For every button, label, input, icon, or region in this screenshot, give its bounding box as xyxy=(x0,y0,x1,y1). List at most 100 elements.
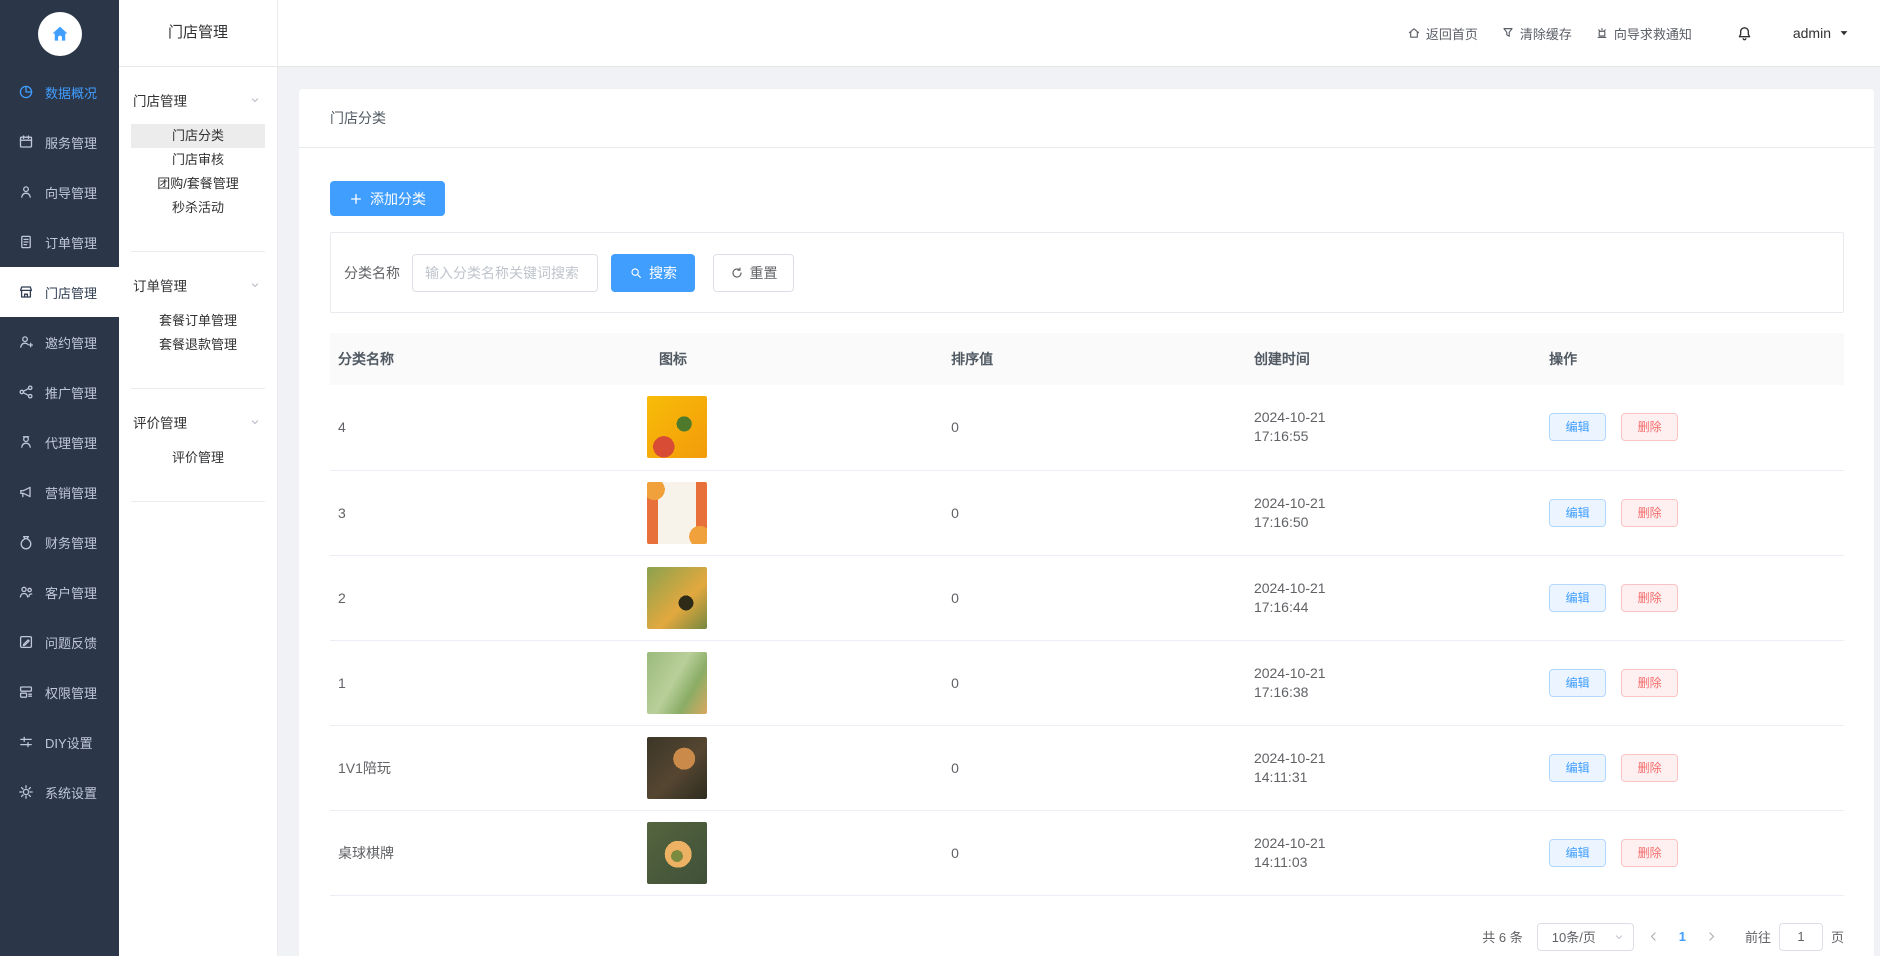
topbar-link-label: 清除缓存 xyxy=(1520,24,1572,43)
sidebar-item-财务管理[interactable]: 财务管理 xyxy=(0,517,119,567)
topbar-link-label: 向导求救通知 xyxy=(1614,24,1692,43)
sidebar-item-门店管理[interactable]: 门店管理 xyxy=(0,267,119,317)
primary-nav: 数据概况服务管理向导管理订单管理门店管理邀约管理推广管理代理管理营销管理财务管理… xyxy=(0,67,119,817)
orange-sale-poster-image xyxy=(647,482,707,544)
sort-value-cell: 0 xyxy=(943,810,1246,895)
next-page-button[interactable] xyxy=(1692,930,1731,943)
page-size-value: 10条/页 xyxy=(1552,927,1596,946)
sidebar-item-数据概况[interactable]: 数据概况 xyxy=(0,67,119,117)
sidebar-item-label: 向导管理 xyxy=(45,183,97,202)
pagination: 共 6 条 10条/页 1 前往 页 xyxy=(330,923,1844,951)
sidebar-item-label: 代理管理 xyxy=(45,433,97,452)
submenu-items: 套餐订单管理套餐退款管理 xyxy=(119,309,277,357)
sidebar-item-代理管理[interactable]: 代理管理 xyxy=(0,417,119,467)
edit-button[interactable]: 编辑 xyxy=(1549,499,1606,527)
topbar-link-向导求救通知[interactable]: 向导求救通知 xyxy=(1595,24,1692,43)
sidebar-item-权限管理[interactable]: 权限管理 xyxy=(0,667,119,717)
user-menu[interactable]: admin xyxy=(1793,25,1850,41)
caret-down-icon xyxy=(1838,27,1850,39)
sidebar-item-label: 门店管理 xyxy=(45,283,97,302)
clear-cache-icon xyxy=(1501,26,1515,40)
sidebar-item-问题反馈[interactable]: 问题反馈 xyxy=(0,617,119,667)
category-name-input[interactable] xyxy=(412,254,598,292)
table-row: 302024-10-2117:16:50编辑删除 xyxy=(330,470,1844,555)
sidebar-item-向导管理[interactable]: 向导管理 xyxy=(0,167,119,217)
edit-button[interactable]: 编辑 xyxy=(1549,839,1606,867)
house-icon xyxy=(49,23,71,45)
created-time: 17:16:38 xyxy=(1254,683,1541,702)
submenu-item-秒杀活动[interactable]: 秒杀活动 xyxy=(131,196,265,220)
sidebar-item-系统设置[interactable]: 系统设置 xyxy=(0,767,119,817)
chevron-down-icon xyxy=(249,416,261,428)
page-number-1[interactable]: 1 xyxy=(1673,929,1692,944)
add-category-button[interactable]: 添加分类 xyxy=(330,181,445,216)
prev-page-button[interactable] xyxy=(1634,930,1673,943)
user-name: admin xyxy=(1793,25,1831,41)
table-header-row: 分类名称图标排序值创建时间操作 xyxy=(330,333,1844,385)
edit-button[interactable]: 编辑 xyxy=(1549,669,1606,697)
sidebar-item-推广管理[interactable]: 推广管理 xyxy=(0,367,119,417)
column-header-排序值: 排序值 xyxy=(943,333,1246,385)
submenu-item-套餐退款管理[interactable]: 套餐退款管理 xyxy=(131,333,265,357)
edit-button[interactable]: 编辑 xyxy=(1549,413,1606,441)
agent-icon xyxy=(18,434,34,450)
delete-button[interactable]: 删除 xyxy=(1621,669,1678,697)
submenu-item-团购/套餐管理[interactable]: 团购/套餐管理 xyxy=(131,172,265,196)
reset-button[interactable]: 重置 xyxy=(713,254,794,292)
category-icon-cell xyxy=(651,725,943,810)
page-size-select[interactable]: 10条/页 xyxy=(1537,923,1634,951)
category-name-cell: 1V1陪玩 xyxy=(330,725,651,810)
topbar-link-清除缓存[interactable]: 清除缓存 xyxy=(1501,24,1572,43)
secondary-sidebar: 门店管理 门店管理门店分类门店审核团购/套餐管理秒杀活动订单管理套餐订单管理套餐… xyxy=(119,0,278,956)
edit-button[interactable]: 编辑 xyxy=(1549,754,1606,782)
search-button[interactable]: 搜索 xyxy=(611,254,695,292)
logo-area xyxy=(0,0,119,67)
sort-value-cell: 0 xyxy=(943,725,1246,810)
home-button[interactable] xyxy=(38,12,82,56)
submenu-item-评价管理[interactable]: 评价管理 xyxy=(131,446,265,470)
sidebar-item-DIY设置[interactable]: DIY设置 xyxy=(0,717,119,767)
service-icon xyxy=(18,134,34,150)
sidebar-item-营销管理[interactable]: 营销管理 xyxy=(0,467,119,517)
permission-icon xyxy=(18,684,34,700)
sidebar-item-label: 权限管理 xyxy=(45,683,97,702)
divider xyxy=(131,501,265,502)
sidebar-item-服务管理[interactable]: 服务管理 xyxy=(0,117,119,167)
alarm-icon xyxy=(1595,26,1609,40)
sidebar-item-客户管理[interactable]: 客户管理 xyxy=(0,567,119,617)
submenu-section-header[interactable]: 评价管理 xyxy=(119,412,277,432)
sidebar-item-label: 客户管理 xyxy=(45,583,97,602)
topbar-link-返回首页[interactable]: 返回首页 xyxy=(1407,24,1478,43)
guide-icon xyxy=(18,184,34,200)
delete-button[interactable]: 删除 xyxy=(1621,839,1678,867)
actions-cell: 编辑删除 xyxy=(1541,470,1844,555)
order-icon xyxy=(18,234,34,250)
column-header-操作: 操作 xyxy=(1541,333,1844,385)
add-category-label: 添加分类 xyxy=(370,189,426,209)
goto-page-input[interactable] xyxy=(1779,923,1823,951)
created-time-cell: 2024-10-2117:16:50 xyxy=(1246,470,1541,555)
edit-button[interactable]: 编辑 xyxy=(1549,584,1606,612)
table-row: 1V1陪玩02024-10-2114:11:31编辑删除 xyxy=(330,725,1844,810)
sort-value-cell: 0 xyxy=(943,640,1246,725)
category-icon-cell xyxy=(651,470,943,555)
delete-button[interactable]: 删除 xyxy=(1621,413,1678,441)
delete-button[interactable]: 删除 xyxy=(1621,754,1678,782)
submenu-section-header[interactable]: 门店管理 xyxy=(119,90,277,110)
table-row: 402024-10-2117:16:55编辑删除 xyxy=(330,385,1844,470)
category-table: 分类名称图标排序值创建时间操作 402024-10-2117:16:55编辑删除… xyxy=(330,333,1844,896)
submenu-item-门店审核[interactable]: 门店审核 xyxy=(131,148,265,172)
submenu-item-套餐订单管理[interactable]: 套餐订单管理 xyxy=(131,309,265,333)
diy-icon xyxy=(18,734,34,750)
submenu-item-门店分类[interactable]: 门店分类 xyxy=(131,124,265,148)
submenu-section-header[interactable]: 订单管理 xyxy=(119,275,277,295)
category-icon-cell xyxy=(651,640,943,725)
notification-bell-button[interactable] xyxy=(1736,25,1753,42)
created-date: 2024-10-21 xyxy=(1254,494,1541,513)
settings-icon xyxy=(18,784,34,800)
delete-button[interactable]: 删除 xyxy=(1621,584,1678,612)
delete-button[interactable]: 删除 xyxy=(1621,499,1678,527)
search-panel: 分类名称 搜索 重置 xyxy=(330,232,1844,313)
sidebar-item-邀约管理[interactable]: 邀约管理 xyxy=(0,317,119,367)
sidebar-item-订单管理[interactable]: 订单管理 xyxy=(0,217,119,267)
